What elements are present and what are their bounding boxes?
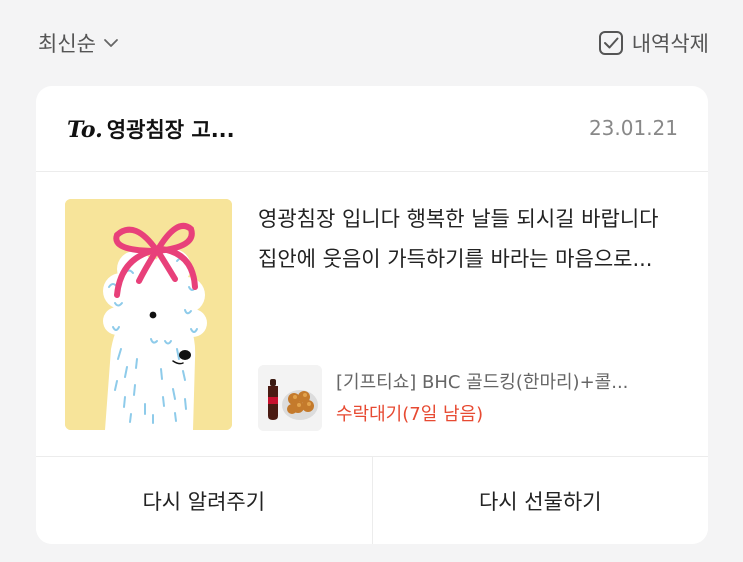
list-toolbar: 최신순 내역삭제 xyxy=(0,0,743,86)
gift-message: 영광침장 입니다 행복한 날들 되시길 바랍니다 집안에 웃음이 가득하기를 바… xyxy=(258,207,659,271)
gift-product-image xyxy=(258,365,322,431)
gift-product-name: [기프티쇼] BHC 골드킹(한마리)+콜... xyxy=(336,372,629,393)
recipient: To. 영광침장 고... xyxy=(67,114,235,144)
delete-history-label: 내역삭제 xyxy=(631,32,709,56)
sent-date: 23.01.21 xyxy=(588,116,678,140)
gift-history-card: To. 영광침장 고... 23.01.21 영광침장 입니다 행복한 날들 되… xyxy=(36,86,708,544)
to-prefix: To. xyxy=(67,117,103,143)
poodle-ribbon-illustration xyxy=(65,199,232,430)
chicken-cola-icon xyxy=(258,365,322,431)
gift-status: 수락대기(7일 남음) xyxy=(336,404,484,425)
chevron-down-icon xyxy=(104,39,118,47)
delete-history-button[interactable]: 내역삭제 xyxy=(598,28,709,58)
card-header[interactable]: To. 영광침장 고... 23.01.21 xyxy=(36,86,708,172)
card-actions: 다시 알려주기 다시 선물하기 xyxy=(36,456,708,544)
remind-again-button[interactable]: 다시 알려주기 xyxy=(36,457,372,544)
gift-item[interactable]: [기프티쇼] BHC 골드킹(한마리)+콜... 수락대기(7일 남음) xyxy=(258,365,688,431)
sort-dropdown[interactable]: 최신순 xyxy=(38,28,120,58)
recipient-name: 영광침장 고... xyxy=(106,118,235,142)
regift-button[interactable]: 다시 선물하기 xyxy=(371,457,708,544)
message-card-image[interactable] xyxy=(65,199,232,430)
checkbox-icon xyxy=(598,31,623,55)
sort-label: 최신순 xyxy=(38,32,96,56)
